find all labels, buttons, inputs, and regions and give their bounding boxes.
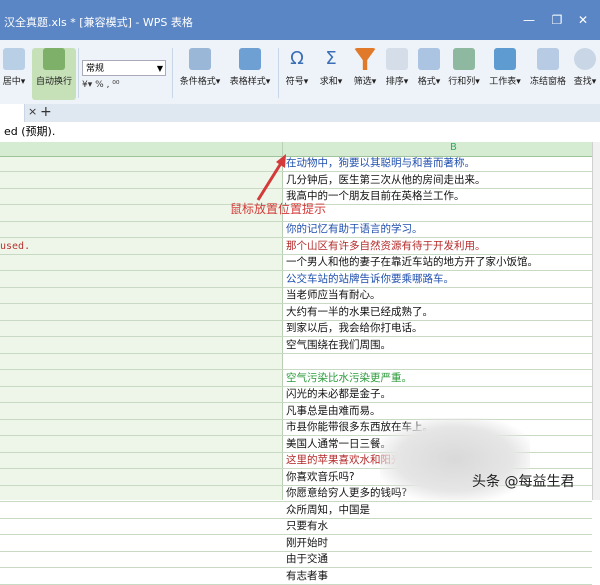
freeze-panes-button[interactable]: 冻结窗格 — [528, 48, 568, 100]
table-row[interactable]: 刚开始时 — [0, 536, 592, 552]
freeze-panes-icon — [537, 48, 559, 70]
sigma-icon: Σ — [325, 48, 337, 69]
window-title: 汉全真题.xls * [兼容模式] - WPS 表格 — [4, 16, 193, 29]
cell-b[interactable]: 凡事总是由难而易。 — [286, 404, 381, 419]
table-row[interactable] — [0, 354, 592, 370]
watermark: 头条 @每益生君 — [472, 474, 575, 490]
annotation-label: 鼠标放置位置提示 — [230, 202, 327, 216]
cell-a[interactable]: used. — [0, 239, 30, 254]
funnel-icon — [354, 48, 376, 70]
ribbon-divider — [278, 48, 279, 98]
table-row[interactable]: 一个男人和他的妻子在靠近车站的地方开了家小饭馆。 — [0, 255, 592, 271]
cell-b[interactable]: 大约有一半的水果已经成熟了。 — [286, 305, 433, 320]
cell-b[interactable]: 在动物中，狗要以其聪明与和善而著称。 — [286, 156, 475, 171]
table-row[interactable]: 闪光的未必都是金子。 — [0, 387, 592, 403]
cell-b[interactable]: 由于交通 — [286, 552, 328, 567]
table-style-icon — [239, 48, 261, 70]
ribbon-divider — [78, 48, 79, 98]
omega-icon: Ω — [290, 48, 304, 69]
close-icon[interactable]: ✕ — [572, 10, 594, 30]
vertical-scrollbar[interactable] — [592, 142, 600, 500]
table-row[interactable]: 当老师应当有耐心。 — [0, 288, 592, 304]
sum-button[interactable]: Σ 求和▾ — [316, 48, 346, 100]
cell-b[interactable]: 你的记忆有助于语言的学习。 — [286, 222, 423, 237]
cell-b[interactable]: 空气围绕在我们周围。 — [286, 338, 391, 353]
table-row[interactable]: 众所周知，中国是 — [0, 503, 592, 519]
cell-b[interactable]: 美国人通常一日三餐。 — [286, 437, 391, 452]
new-tab-icon[interactable]: + — [40, 104, 52, 120]
minimize-icon[interactable]: — — [518, 10, 540, 30]
row-column-button[interactable]: 行和列▾ — [446, 48, 482, 100]
table-row[interactable]: 到家以后，我会给你打电话。 — [0, 321, 592, 337]
table-row[interactable]: 在动物中，狗要以其聪明与和善而著称。 — [0, 156, 592, 172]
cell-b[interactable]: 那个山区有许多自然资源有待于开发利用。 — [286, 239, 486, 254]
merge-icon — [3, 48, 25, 70]
wrap-text-button[interactable]: 自动换行 — [32, 48, 76, 100]
column-header: B — [0, 142, 592, 157]
table-style-button[interactable]: 表格样式▾ — [226, 48, 274, 100]
find-button[interactable]: 查找▾ — [570, 48, 600, 100]
merge-center-button[interactable]: 居中▾ — [0, 48, 28, 100]
conditional-format-icon — [189, 48, 211, 70]
worksheet-icon — [494, 48, 516, 70]
cell-b[interactable]: 几分钟后，医生第三次从他的房间走出来。 — [286, 173, 486, 188]
column-b-label: B — [450, 142, 457, 153]
row-column-icon — [453, 48, 475, 70]
table-row[interactable]: used. 那个山区有许多自然资源有待于开发利用。 — [0, 239, 592, 255]
table-row[interactable]: 有志者事 — [0, 569, 592, 585]
sort-az-icon — [386, 48, 408, 70]
cell-b[interactable]: 一个男人和他的妻子在靠近车站的地方开了家小饭馆。 — [286, 255, 538, 270]
format-icon — [418, 48, 440, 70]
cell-b[interactable]: 到家以后，我会给你打电话。 — [286, 321, 423, 336]
sort-button[interactable]: 排序▾ — [382, 48, 412, 100]
formula-text: ed (预期). — [4, 125, 56, 138]
cell-b[interactable]: 当老师应当有耐心。 — [286, 288, 381, 303]
number-tools[interactable]: ¥▾ % ‚ ⁰⁰ — [82, 80, 166, 96]
cell-b[interactable]: 公交车站的站牌告诉你要乘哪路车。 — [286, 272, 454, 287]
cell-b[interactable]: 你喜欢音乐吗? — [286, 470, 355, 485]
cell-b[interactable]: 刚开始时 — [286, 536, 328, 551]
ribbon-divider — [172, 48, 173, 98]
maximize-icon[interactable]: ❐ — [546, 10, 568, 30]
table-row[interactable]: 几分钟后，医生第三次从他的房间走出来。 — [0, 173, 592, 189]
filter-button[interactable]: 筛选▾ — [350, 48, 380, 100]
table-row[interactable]: 由于交通 — [0, 552, 592, 568]
cell-b[interactable]: 有志者事 — [286, 569, 328, 584]
tab-close-icon[interactable]: × — [28, 105, 37, 118]
chevron-down-icon: ▼ — [156, 64, 163, 73]
sheet-tab-bar: × + — [0, 104, 600, 123]
cell-b[interactable]: 空气污染比水污染更严重。 — [286, 371, 412, 386]
cell-b[interactable]: 闪光的未必都是金子。 — [286, 387, 391, 402]
formula-bar[interactable]: ed (预期). — [0, 122, 600, 143]
cell-b[interactable]: 众所周知，中国是 — [286, 503, 370, 518]
table-row[interactable]: 只要有水 — [0, 519, 592, 535]
table-row[interactable]: 你的记忆有助于语言的学习。 — [0, 222, 592, 238]
tab-active[interactable] — [0, 104, 25, 122]
conditional-format-button[interactable]: 条件格式▾ — [178, 48, 222, 100]
search-icon — [574, 48, 596, 70]
cell-b[interactable]: 只要有水 — [286, 519, 328, 534]
wrap-text-icon — [43, 48, 65, 70]
title-bar: 汉全真题.xls * [兼容模式] - WPS 表格 — ❐ ✕ — [0, 0, 600, 40]
table-row[interactable]: 大约有一半的水果已经成熟了。 — [0, 305, 592, 321]
table-row[interactable]: 公交车站的站牌告诉你要乘哪路车。 — [0, 272, 592, 288]
number-format-select[interactable]: 常规 ▼ — [82, 60, 166, 76]
format-button[interactable]: 格式▾ — [414, 48, 444, 100]
table-row[interactable]: 空气围绕在我们周围。 — [0, 338, 592, 354]
symbol-button[interactable]: Ω 符号▾ — [282, 48, 312, 100]
worksheet-button[interactable]: 工作表▾ — [486, 48, 524, 100]
table-row[interactable]: 空气污染比水污染更严重。 — [0, 371, 592, 387]
